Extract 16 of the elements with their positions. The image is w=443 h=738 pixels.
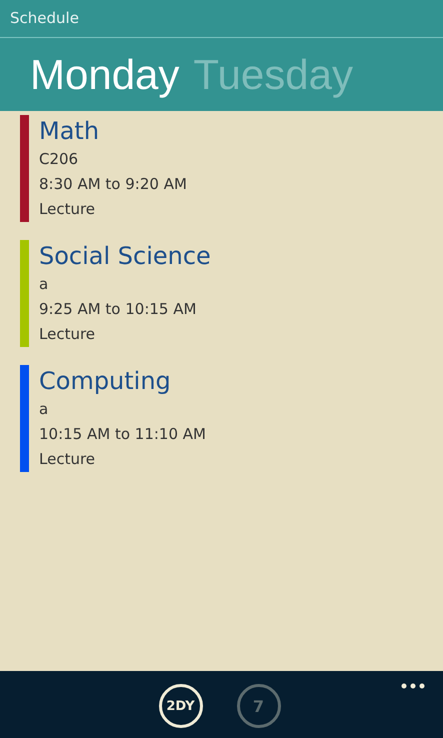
day-tab[interactable]: Monday (30, 50, 180, 98)
class-name[interactable]: Math (39, 115, 187, 147)
class-room: C206 (39, 149, 80, 170)
class-type: Lecture (39, 449, 96, 470)
class-time: 10:15 AM to 11:10 AM (39, 424, 206, 445)
class-time: 8:30 AM to 9:20 AM (39, 174, 187, 195)
class-room: a (39, 399, 50, 420)
class-name[interactable]: Computing (39, 365, 206, 397)
class-type: Lecture (39, 324, 96, 345)
round-button[interactable]: 2DY (158, 684, 202, 728)
more-icon[interactable] (401, 683, 425, 689)
class-name[interactable]: Social Science (39, 240, 211, 272)
class-type: Lecture (39, 199, 96, 220)
class-time: 9:25 AM to 10:15 AM (39, 299, 198, 320)
window-title: Schedule (0, 0, 443, 38)
class-room: a (39, 274, 50, 295)
